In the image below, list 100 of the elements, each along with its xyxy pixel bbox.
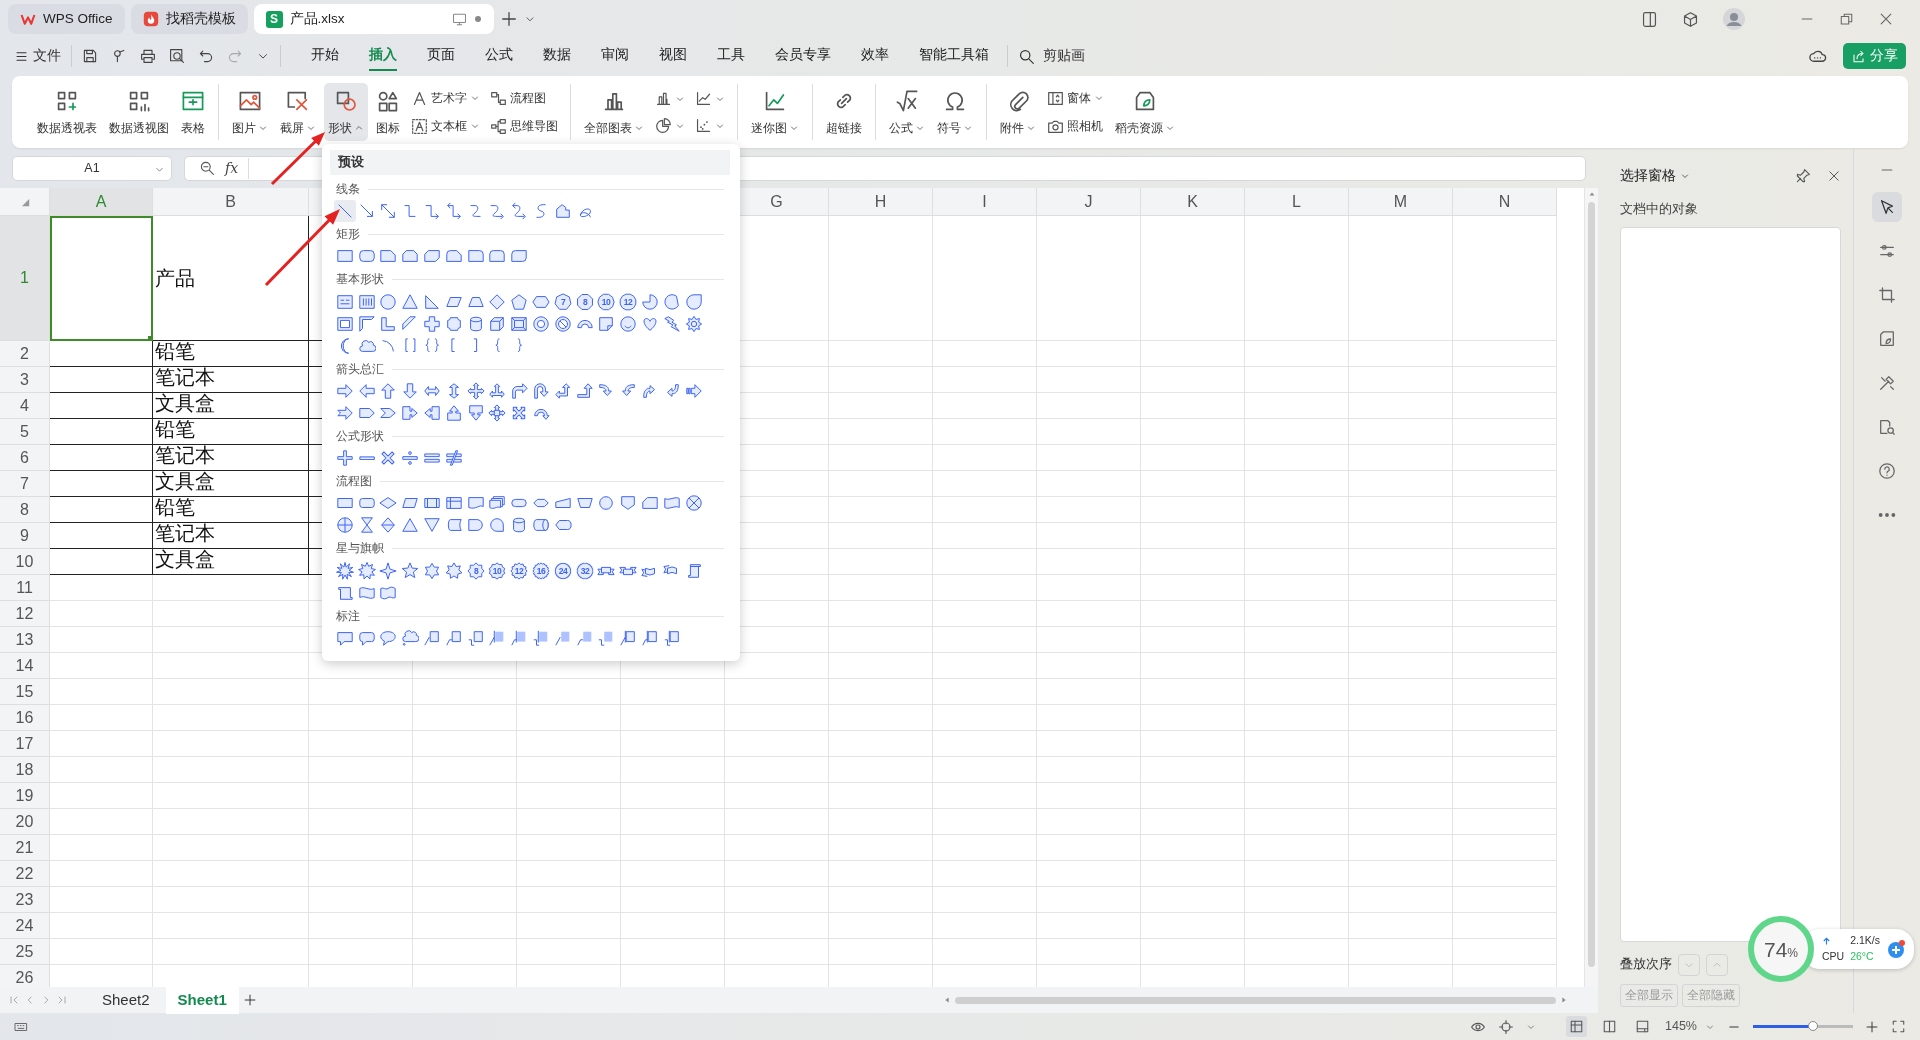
pane-title-dropdown[interactable]: 选择窗格 [1620,166,1690,187]
objects-label: 文档中的对象 [1620,201,1699,219]
shape-option[interactable]: 24 [551,559,574,582]
spreadsheet-cell: 笔记本 [153,367,309,393]
row-header[interactable]: 6 [0,445,50,471]
sheet-tab[interactable]: Sheet2 [90,985,162,1015]
row-header[interactable]: 15 [0,679,50,705]
ribbon-tab[interactable]: 审阅 [601,40,629,72]
ribbon-button[interactable]: 文本框 [408,116,483,136]
row-header[interactable]: 17 [0,731,50,757]
ribbon-button[interactable]: 迷你图 [747,83,803,141]
row-header[interactable]: 7 [0,471,50,497]
ribbon-tab[interactable]: 插入 [369,40,397,72]
row-header[interactable]: 9 [0,523,50,549]
row-header[interactable]: 22 [0,861,50,887]
ribbon-tab[interactable]: 公式 [485,40,513,72]
file-tab[interactable]: WPS Office [8,4,125,34]
column-header[interactable]: B [153,188,309,216]
ribbon-tab[interactable]: 效率 [861,40,889,72]
spreadsheet-cell: 铅笔 [153,419,309,445]
section-label: 流程图 [336,474,372,489]
shape-option[interactable]: 16 [530,559,552,582]
row-header[interactable]: 16 [0,705,50,731]
ribbon-button[interactable]: 数据透视图 [105,83,173,141]
row-header[interactable]: 25 [0,939,50,965]
shape-option[interactable]: 12 [508,559,531,582]
row-header[interactable]: 23 [0,887,50,913]
ribbon-tab[interactable]: 视图 [659,40,687,72]
column-header[interactable]: L [1245,188,1349,216]
ribbon-tab[interactable]: 工具 [717,40,745,72]
spreadsheet-cell: 文具盒 [153,393,309,419]
ribbon-button[interactable]: 思维导图 [487,116,561,136]
column-header[interactable]: N [1453,188,1557,216]
spreadsheet-cell: 笔记本 [153,523,309,549]
ribbon-button[interactable]: 窗体 [1044,88,1107,108]
ribbon-tab[interactable]: 智能工具箱 [919,40,989,72]
ribbon-tab[interactable]: 页面 [427,40,455,72]
ribbon-button[interactable]: 稻壳资源 [1111,83,1179,141]
row-header[interactable]: 5 [0,419,50,445]
cpu-label: CPU [1822,949,1845,964]
cpu-temperature: 26°C [1850,949,1875,964]
column-header[interactable]: J [1037,188,1141,216]
row-header[interactable]: 21 [0,835,50,861]
section-label: 公式形状 [336,428,384,444]
ribbon-tab[interactable]: 数据 [543,40,571,72]
ribbon-button[interactable]: 艺术字 [408,88,483,108]
sheet-tab[interactable]: Sheet1 [165,985,239,1015]
ribbon-button[interactable]: 超链接 [822,83,866,141]
row-header[interactable]: 3 [0,367,50,393]
ribbon-button[interactable]: 形状 [324,83,368,141]
ribbon-button[interactable]: 附件 [996,83,1040,141]
shape-option[interactable]: 32 [573,559,596,582]
row-header[interactable]: 10 [0,549,50,575]
ribbon-button[interactable]: 照相机 [1044,116,1107,136]
shape-option[interactable]: 12 [617,290,640,313]
zoom-dropdown[interactable]: 145% [1665,1017,1715,1036]
row-header[interactable]: 13 [0,627,50,653]
function-label[interactable]: fx [225,157,250,179]
row-header[interactable]: 12 [0,601,50,627]
column-header[interactable]: H [829,188,933,216]
shape-option[interactable]: 10 [486,559,509,582]
row-header[interactable]: 20 [0,809,50,835]
shape-option[interactable]: 10 [595,290,618,313]
column-header[interactable]: M [1349,188,1453,216]
row-header[interactable]: 26 [0,965,50,987]
spreadsheet-cell: 铅笔 [153,341,309,367]
row-header[interactable]: 8 [0,497,50,523]
file-tab[interactable]: S 产品.xlsx [253,4,494,34]
row-header[interactable]: 24 [0,913,50,939]
order-label: 叠放次序 [1620,956,1672,974]
column-header[interactable]: K [1141,188,1245,216]
shape-option[interactable]: 8 [464,559,487,582]
row-header[interactable]: 4 [0,393,50,419]
ribbon-button[interactable]: 表格 [177,83,209,141]
spreadsheet-cell: 铅笔 [153,497,309,523]
section-label: 标注 [336,608,360,624]
name-box[interactable]: A1 [12,155,172,181]
spreadsheet-cell: 文具盒 [153,549,309,575]
ribbon-button[interactable]: 符号 [933,83,977,141]
ribbon-button[interactable]: 图片 [228,83,272,141]
ribbon-button[interactable]: 公式 [885,83,929,141]
shape-option[interactable]: 8 [573,290,596,313]
row-header[interactable]: 18 [0,757,50,783]
ribbon-button[interactable]: 图标 [372,83,404,141]
column-header[interactable]: I [933,188,1037,216]
section-label: 矩形 [336,227,360,242]
ribbon-tab[interactable]: 会员专享 [775,40,831,72]
ribbon-button[interactable]: 全部图表 [580,83,648,141]
ribbon-button[interactable]: 数据透视表 [33,83,101,141]
row-header[interactable]: 2 [0,341,50,367]
row-header[interactable]: 11 [0,575,50,601]
ribbon-button[interactable]: 截屏 [276,83,320,141]
row-header[interactable]: 19 [0,783,50,809]
ribbon-button[interactable]: 流程图 [487,88,561,108]
file-menu[interactable]: 文件 [14,45,61,67]
row-header[interactable]: 14 [0,653,50,679]
ribbon-tab[interactable]: 开始 [311,40,339,72]
file-tab[interactable]: 找稻壳模板 [130,4,248,34]
search-box[interactable]: 剪贴画 [1018,45,1085,67]
section-label: 箭头总汇 [336,361,384,377]
